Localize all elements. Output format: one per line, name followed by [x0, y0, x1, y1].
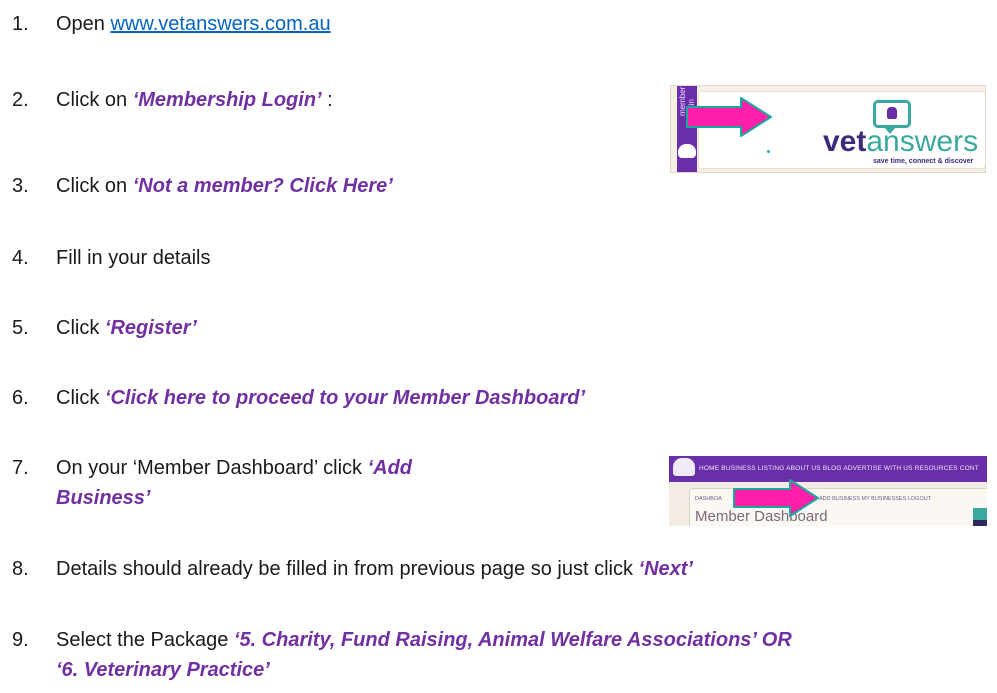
step-number: 4.	[12, 247, 29, 269]
step-text: Click ‘Click here to proceed to your Mem…	[56, 387, 585, 409]
member-dashboard-screenshot: HOME BUSINESS LISTING ABOUT US BLOG ADVE…	[669, 456, 987, 526]
step-emphasis: ‘Not a member? Click Here’	[132, 175, 393, 197]
step-text: Open www.vetanswers.com.au	[56, 13, 331, 35]
step-text: Click ‘Register’	[56, 317, 197, 339]
step-number: 8.	[12, 558, 29, 580]
dashboard-subnav-left[interactable]: DASHBOA	[695, 496, 722, 502]
step-emphasis: ‘Next’	[638, 558, 693, 580]
step-number: 9.	[12, 629, 29, 651]
site-nav-menu[interactable]: HOME BUSINESS LISTING ABOUT US BLOG ADVE…	[699, 465, 979, 472]
step-number: 3.	[12, 175, 29, 197]
arrow-right-icon	[686, 97, 772, 137]
step-emphasis: ‘Add	[367, 457, 413, 479]
step-text: Fill in your details	[56, 247, 211, 269]
step-number: 1.	[12, 13, 29, 35]
arrow-right-icon	[733, 479, 819, 517]
step-emphasis: ‘Register’	[104, 317, 197, 339]
chat-bubble-icon	[873, 100, 911, 134]
step-text: Details should already be filled in from…	[56, 558, 693, 580]
step-number: 5.	[12, 317, 29, 339]
step-emphasis: ‘Membership Login’	[132, 89, 322, 111]
paw-icon	[678, 144, 696, 158]
side-panel-dark	[973, 520, 987, 526]
membership-login-screenshot: memberlogin vetanswers save time, connec…	[670, 85, 986, 173]
site-nav-bar: HOME BUSINESS LISTING ABOUT US BLOG ADVE…	[669, 456, 987, 482]
decorative-dot	[767, 150, 770, 153]
website-link[interactable]: www.vetanswers.com.au	[110, 13, 330, 35]
step-number: 2.	[12, 89, 29, 111]
step-number: 7.	[12, 457, 29, 479]
step-number: 6.	[12, 387, 29, 409]
pet-icon	[887, 107, 897, 119]
logo-tagline: save time, connect & discover	[873, 158, 974, 165]
step-emphasis: ‘Click here to proceed to your Member Da…	[104, 387, 585, 409]
step-text: On your ‘Member Dashboard’ click ‘Add	[56, 457, 413, 479]
step-text: Click on ‘Not a member? Click Here’	[56, 175, 393, 197]
paw-icon	[673, 458, 695, 476]
add-business-link[interactable]: ADD BUSINESS MY BUSINESSES LOGOUT	[819, 496, 931, 502]
vetanswers-logo: vetanswers	[823, 125, 979, 158]
step-text: Select the Package ‘5. Charity, Fund Rai…	[56, 629, 792, 651]
step-emphasis: ‘6. Veterinary Practice’	[56, 659, 270, 681]
step-emphasis: ‘5. Charity, Fund Raising, Animal Welfar…	[233, 629, 792, 651]
step-text: Click on ‘Membership Login’ :	[56, 89, 333, 111]
step-emphasis: Business’	[56, 487, 151, 509]
